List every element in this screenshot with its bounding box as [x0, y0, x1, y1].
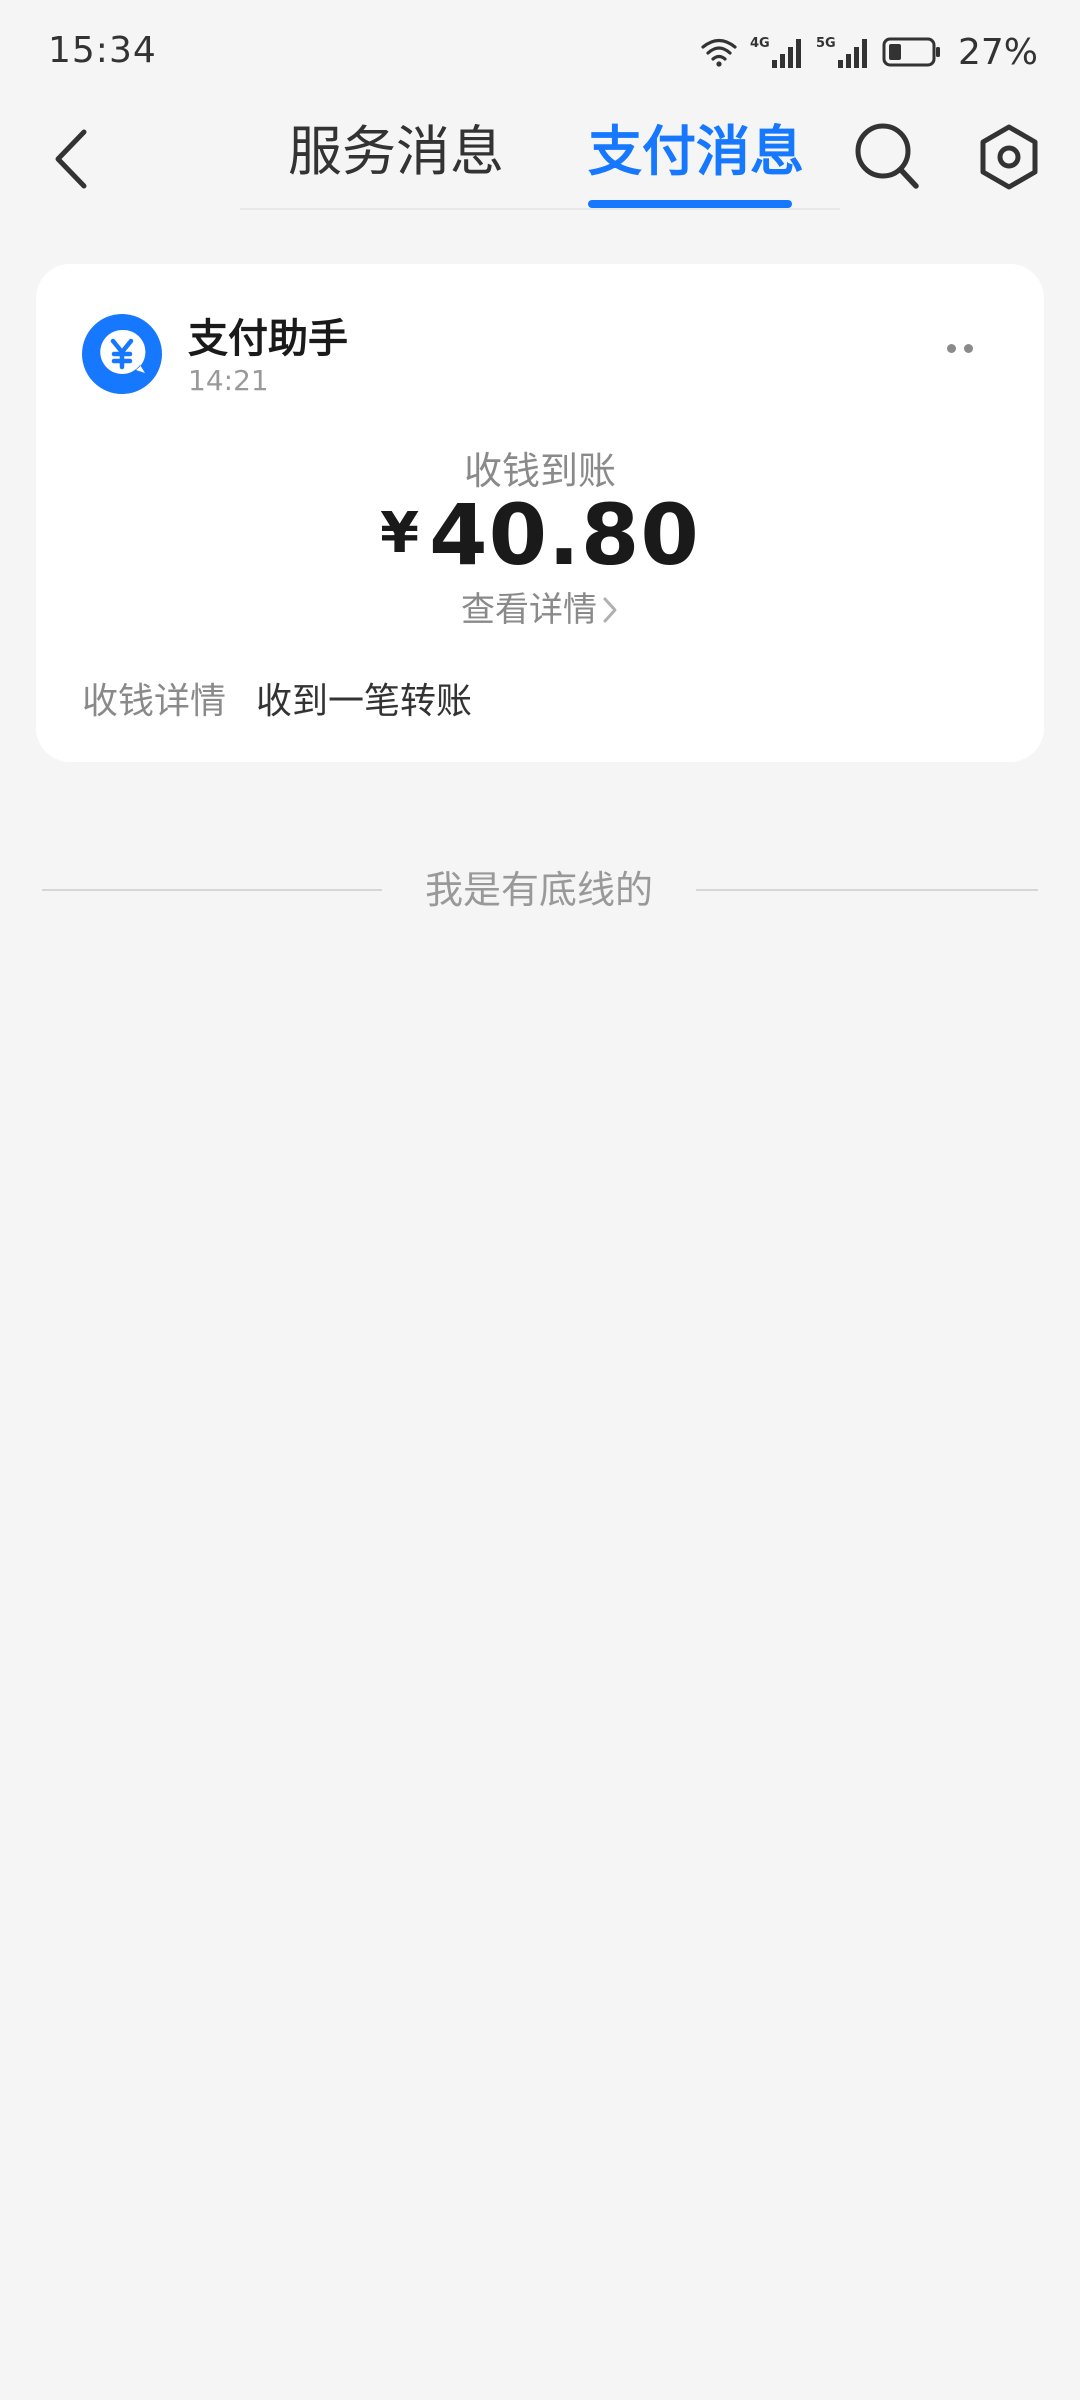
tab-payment-messages[interactable]: 支付消息 [588, 112, 804, 192]
more-dots-icon[interactable] [936, 324, 984, 372]
tab-divider [240, 208, 840, 210]
network-label-4g: 4G [750, 36, 770, 51]
gear-icon[interactable] [974, 122, 1044, 192]
network-label-5g: 5G [816, 36, 836, 51]
top-nav: 服务消息 支付消息 [0, 104, 1080, 214]
search-icon[interactable] [852, 118, 922, 194]
payment-message-card[interactable]: 支付助手 14:21 收钱到账 ¥40.80 查看详情 收钱详情 收到一笔转账 [36, 264, 1044, 762]
view-details-label: 查看详情 [461, 590, 597, 630]
active-tab-indicator [588, 200, 792, 208]
sender-name: 支付助手 [188, 316, 348, 362]
dot [947, 343, 956, 353]
back-arrow-icon[interactable] [44, 124, 104, 194]
view-details-link[interactable]: 查看详情 [36, 582, 1044, 631]
status-icons: 4G 5G 27% [700, 30, 1038, 74]
amount-value: 40.80 [429, 486, 700, 584]
signal-4g-icon: 4G [750, 36, 801, 68]
end-of-list-divider: 我是有底线的 [0, 862, 1080, 918]
tab-service-messages[interactable]: 服务消息 [288, 112, 504, 192]
status-time: 15:34 [48, 30, 157, 71]
currency-symbol: ¥ [380, 501, 420, 566]
amount: ¥40.80 [36, 486, 1044, 584]
divider-line-left [42, 889, 382, 891]
yuan-chat-icon [82, 314, 162, 394]
status-bar: 15:34 4G 5G 27% [0, 0, 1080, 104]
divider-line-right [696, 889, 1038, 891]
detail-value: 收到一笔转账 [256, 681, 473, 722]
message-time: 14:21 [188, 364, 269, 397]
detail-key: 收钱详情 [82, 681, 227, 722]
detail-row: 收钱详情 收到一笔转账 [82, 672, 472, 724]
wifi-icon [701, 38, 737, 67]
battery-icon [882, 37, 940, 67]
battery-percent: 27% [957, 31, 1038, 73]
payment-messages-screen: 15:34 4G 5G 27% 服务消息 支付消息 支付助手 14:21 收钱到… [0, 0, 1080, 2400]
signal-5g-icon: 5G [816, 36, 867, 68]
end-of-list-text: 我是有底线的 [424, 868, 653, 912]
dot [964, 343, 973, 353]
chevron-right-icon [603, 597, 617, 623]
